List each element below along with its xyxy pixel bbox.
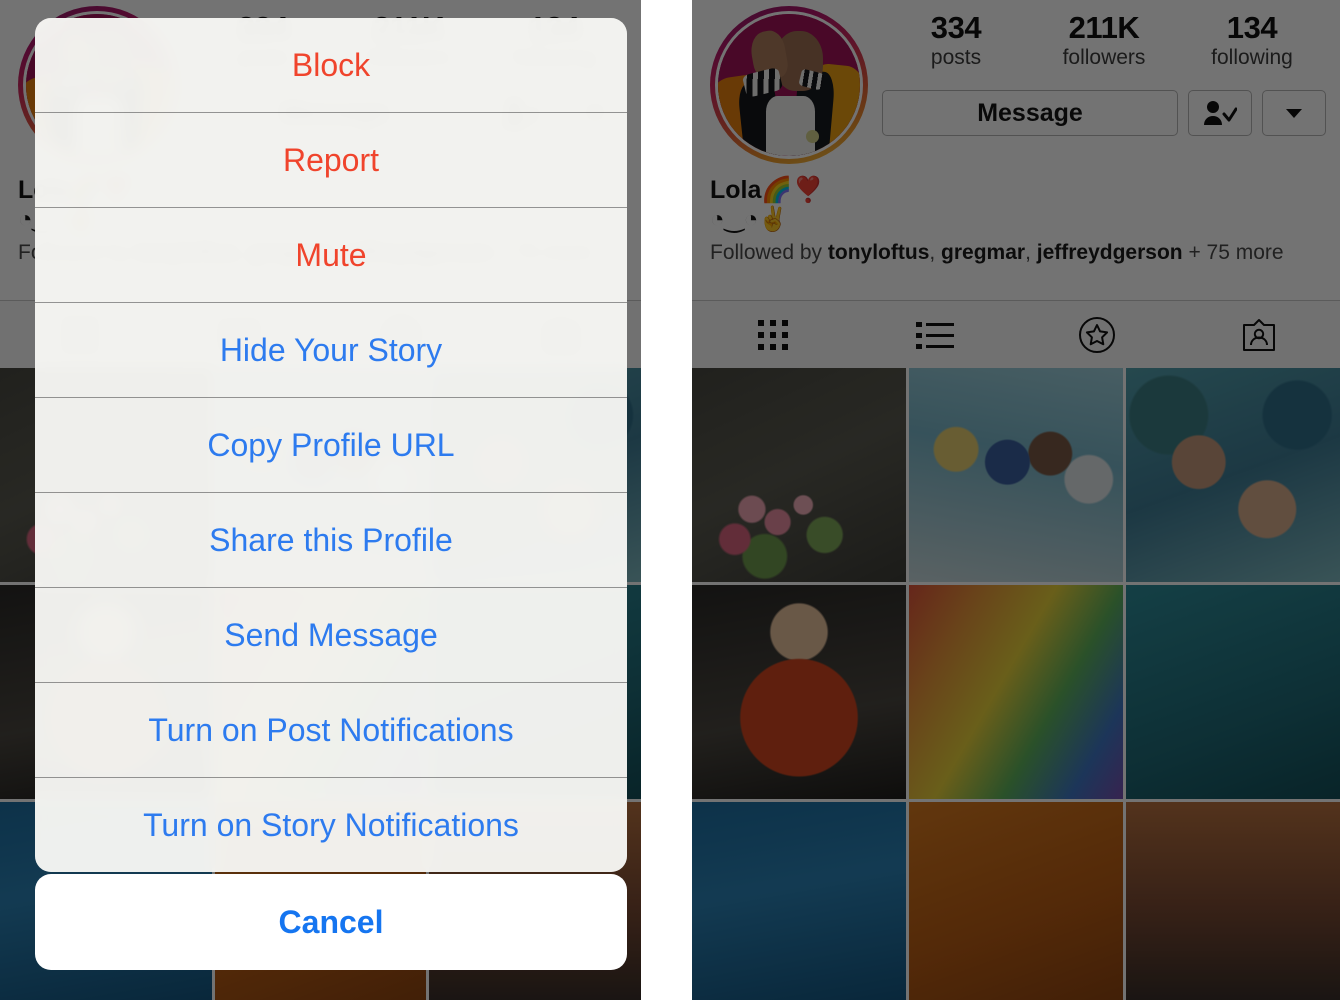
photo-grid-right bbox=[692, 368, 1340, 1000]
profile-actions-right: Message bbox=[882, 90, 1326, 136]
person-check-icon bbox=[1203, 100, 1237, 126]
list-tab[interactable] bbox=[854, 301, 1016, 369]
avatar-photo bbox=[718, 14, 860, 156]
cancel-button[interactable]: Cancel bbox=[35, 874, 627, 970]
grid-photo[interactable] bbox=[1126, 368, 1340, 582]
tagged-person-icon bbox=[1240, 316, 1278, 354]
tagged-tab[interactable] bbox=[1178, 301, 1340, 369]
stat-followers-value: 211K bbox=[1068, 10, 1140, 45]
sheet-option-block[interactable]: Block bbox=[35, 18, 627, 112]
following-button[interactable] bbox=[1188, 90, 1252, 136]
star-circle-icon bbox=[1077, 315, 1117, 355]
sheet-option-story-notifications[interactable]: Turn on Story Notifications bbox=[35, 777, 627, 872]
profile-screen-right: 334 posts 211K followers 134 following M… bbox=[692, 0, 1340, 1000]
sheet-option-hide-your-story[interactable]: Hide Your Story bbox=[35, 302, 627, 397]
followed-by-name-1[interactable]: gregmar bbox=[941, 241, 1025, 264]
grid-photo[interactable] bbox=[909, 802, 1123, 1000]
grid-photo[interactable] bbox=[1126, 802, 1340, 1000]
followed-by-prefix: Followed by bbox=[710, 240, 828, 264]
bio-line: ◔‿◔✌️ bbox=[710, 205, 789, 233]
sheet-option-share-this-profile[interactable]: Share this Profile bbox=[35, 492, 627, 587]
chevron-down-icon bbox=[1284, 106, 1304, 120]
more-options-button[interactable] bbox=[1262, 90, 1326, 136]
stat-followers-label: followers bbox=[1062, 45, 1146, 69]
avatar-inner-ring bbox=[715, 11, 863, 159]
list-icon bbox=[916, 319, 954, 351]
sheet-option-send-message[interactable]: Send Message bbox=[35, 587, 627, 682]
stat-followers[interactable]: 211K followers bbox=[1044, 10, 1164, 71]
message-button[interactable]: Message bbox=[882, 90, 1178, 136]
profile-tabbar-right bbox=[692, 300, 1340, 369]
grid-photo[interactable] bbox=[692, 585, 906, 799]
followed-by[interactable]: Followed by tonyloftus, gregmar, jeffrey… bbox=[710, 241, 1326, 265]
followed-by-name-2[interactable]: jeffreydgerson bbox=[1037, 241, 1183, 264]
grid-tab[interactable] bbox=[692, 301, 854, 369]
stat-following[interactable]: 134 following bbox=[1192, 10, 1312, 71]
grid-photo[interactable] bbox=[909, 368, 1123, 582]
profile-options-action-sheet: Block Report Mute Hide Your Story Copy P… bbox=[35, 18, 627, 872]
avatar[interactable] bbox=[710, 6, 868, 164]
profile-stats-right: 334 posts 211K followers 134 following bbox=[882, 10, 1326, 71]
grid-photo[interactable] bbox=[692, 368, 906, 582]
stat-following-label: following bbox=[1211, 45, 1293, 69]
grid-photo[interactable] bbox=[909, 585, 1123, 799]
stat-posts-value: 334 bbox=[930, 10, 982, 45]
sheet-option-report[interactable]: Report bbox=[35, 112, 627, 207]
profile-header-right: 334 posts 211K followers 134 following M… bbox=[692, 0, 1340, 300]
followed-by-suffix: + 75 more bbox=[1182, 240, 1284, 264]
grid-photo[interactable] bbox=[1126, 585, 1340, 799]
grid-icon bbox=[755, 317, 791, 353]
sheet-option-post-notifications[interactable]: Turn on Post Notifications bbox=[35, 682, 627, 777]
stat-following-value: 134 bbox=[1226, 10, 1278, 45]
bio-name: Lola🌈❣️ bbox=[710, 176, 824, 204]
followed-by-name-0[interactable]: tonyloftus bbox=[828, 241, 929, 264]
grid-photo[interactable] bbox=[692, 802, 906, 1000]
stat-posts-label: posts bbox=[930, 45, 982, 69]
phone-panel-right: 334 posts 211K followers 134 following M… bbox=[692, 0, 1340, 1000]
sheet-option-copy-profile-url[interactable]: Copy Profile URL bbox=[35, 397, 627, 492]
profile-bio-right: Lola🌈❣️ ◔‿◔✌️ Followed by tonyloftus, gr… bbox=[710, 176, 1326, 265]
saved-tab[interactable] bbox=[1016, 301, 1178, 369]
phone-panel-left: 334 posts 211K followers 134 following M… bbox=[0, 0, 641, 1000]
screenshot-stage: 334 posts 211K followers 134 following M… bbox=[0, 0, 1340, 1000]
sheet-option-mute[interactable]: Mute bbox=[35, 207, 627, 302]
stat-posts[interactable]: 334 posts bbox=[896, 10, 1016, 71]
